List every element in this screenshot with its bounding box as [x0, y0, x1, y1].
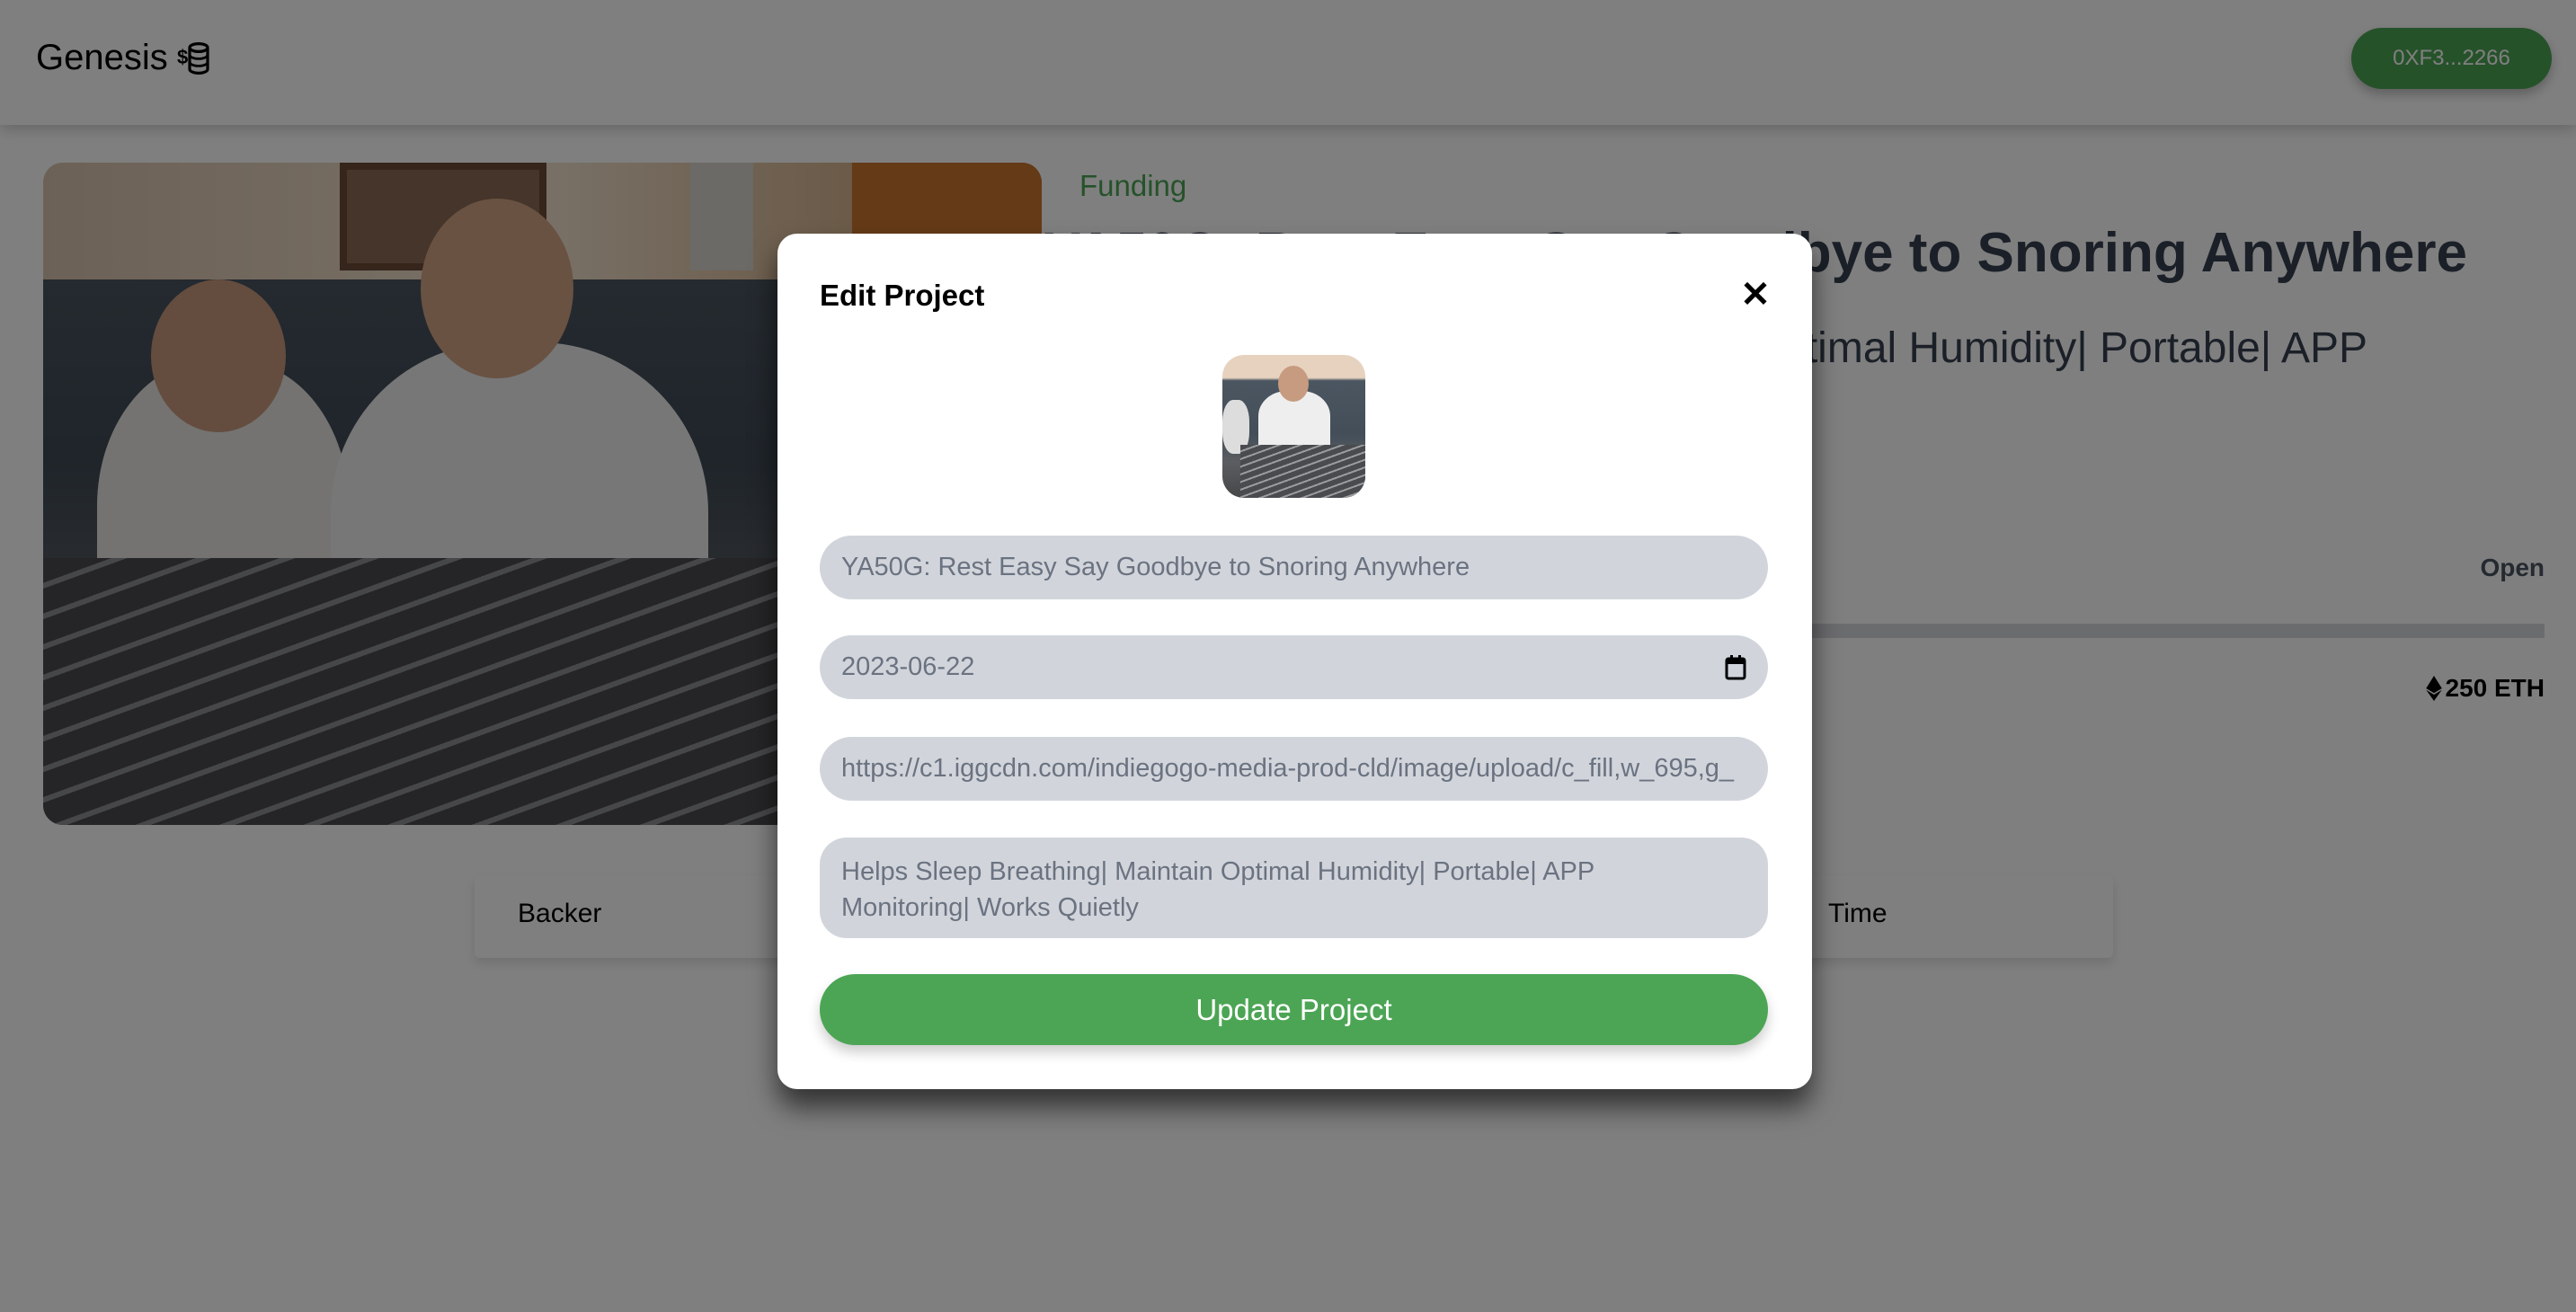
date-input-value: 2023-06-22	[841, 652, 975, 681]
image-url-input[interactable]: https://c1.iggcdn.com/indiegogo-media-pr…	[820, 737, 1768, 801]
update-project-button[interactable]: Update Project	[820, 974, 1768, 1045]
modal-title: Edit Project	[820, 279, 985, 312]
close-button[interactable]: ✕	[1739, 277, 1772, 313]
project-date-input[interactable]: 2023-06-22	[820, 635, 1768, 699]
description-value: Helps Sleep Breathing| Maintain Optimal …	[841, 857, 1594, 922]
image-url-value: https://c1.iggcdn.com/indiegogo-media-pr…	[841, 754, 1735, 783]
edit-project-modal: Edit Project ✕ YA50G: Rest Easy Say Good…	[777, 234, 1812, 1089]
title-input-value: YA50G: Rest Easy Say Goodbye to Snoring …	[841, 553, 1470, 581]
description-textarea[interactable]: Helps Sleep Breathing| Maintain Optimal …	[820, 838, 1768, 938]
calendar-icon[interactable]	[1725, 654, 1746, 680]
project-thumbnail	[1222, 355, 1365, 498]
close-icon: ✕	[1740, 275, 1771, 315]
project-title-input[interactable]: YA50G: Rest Easy Say Goodbye to Snoring …	[820, 536, 1768, 599]
